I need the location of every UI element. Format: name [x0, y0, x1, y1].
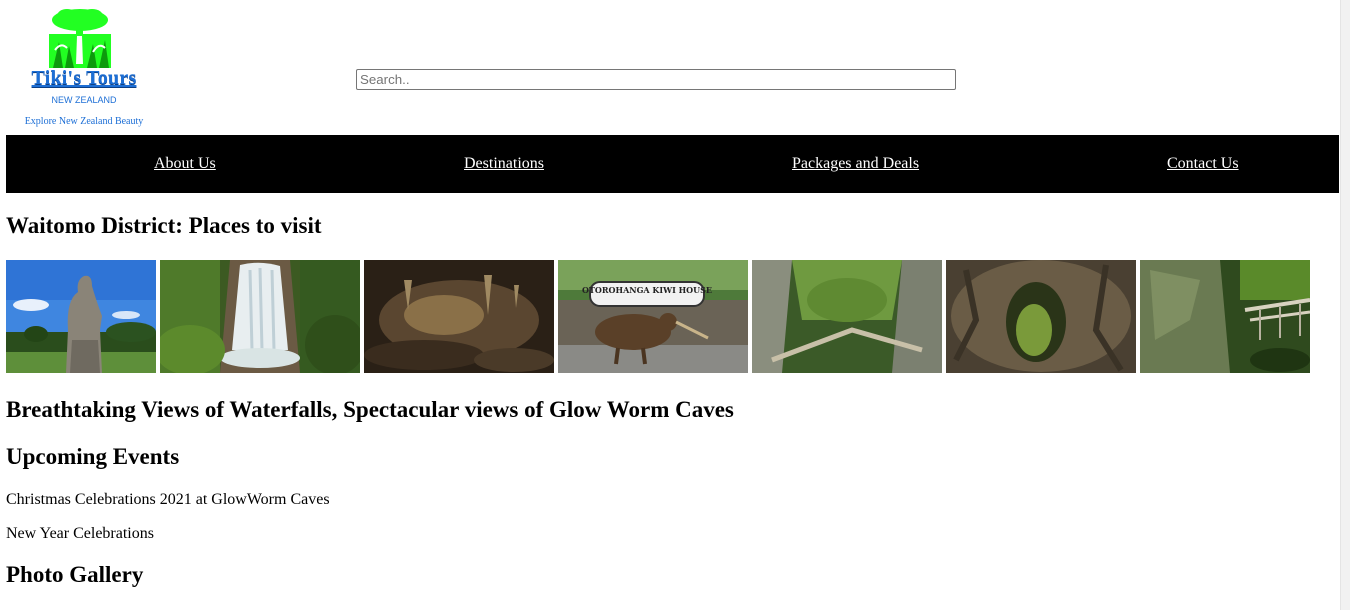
- events-heading: Upcoming Events: [6, 444, 180, 469]
- page-scrollbar[interactable]: [1340, 0, 1350, 610]
- nav-link-packages-and-deals[interactable]: Packages and Deals: [792, 155, 919, 173]
- logo-title: Tiki's Tours: [31, 67, 137, 89]
- photo-statue[interactable]: [6, 260, 156, 373]
- views-heading: Breathtaking Views of Waterfalls, Specta…: [6, 397, 734, 422]
- gallery-heading: Photo Gallery: [6, 562, 144, 587]
- photo-limestone-tunnel[interactable]: [946, 260, 1136, 373]
- logo-tagline: Explore New Zealand Beauty: [24, 116, 144, 127]
- tree-icon: [47, 6, 113, 68]
- photo-gorge-walkway[interactable]: [752, 260, 942, 373]
- photo-kiwi-house[interactable]: OTOROHANGA KIWI HOUSE: [558, 260, 748, 373]
- photo-waterfall[interactable]: [160, 260, 360, 373]
- event-item: Christmas Celebrations 2021 at GlowWorm …: [6, 491, 330, 508]
- nav-link-contact-us[interactable]: Contact Us: [1167, 155, 1239, 173]
- nav-link-about-us[interactable]: About Us: [154, 155, 216, 173]
- places-heading: Waitomo District: Places to visit: [6, 213, 322, 238]
- site-logo[interactable]: Tiki's Tours NEW ZEALAND Explore New Zea…: [14, 6, 154, 130]
- search-input[interactable]: [356, 69, 956, 90]
- svg-text:OTOROHANGA KIWI HOUSE: OTOROHANGA KIWI HOUSE: [582, 285, 712, 295]
- photo-bridge-gorge[interactable]: [1140, 260, 1310, 373]
- main-nav: About Us Destinations Packages and Deals…: [6, 135, 1339, 193]
- nav-link-destinations[interactable]: Destinations: [464, 155, 544, 173]
- photo-cave[interactable]: [364, 260, 554, 373]
- logo-subtitle: NEW ZEALAND: [51, 95, 117, 105]
- event-item: New Year Celebrations: [6, 525, 154, 542]
